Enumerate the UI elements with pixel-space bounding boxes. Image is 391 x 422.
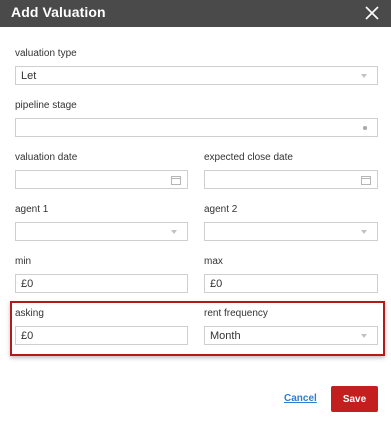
pipeline-stage-label: pipeline stage xyxy=(15,100,77,111)
min-label: min xyxy=(15,256,32,267)
pipeline-stage-select[interactable] xyxy=(15,118,378,137)
close-icon[interactable] xyxy=(363,4,381,22)
asking-label: asking xyxy=(15,308,44,319)
max-value: £0 xyxy=(210,278,223,290)
valuation-date-field[interactable] xyxy=(15,170,188,189)
agent-2-select[interactable] xyxy=(204,222,378,241)
max-input[interactable]: £0 xyxy=(204,274,378,293)
agent-2-label: agent 2 xyxy=(204,204,238,215)
calendar-icon[interactable] xyxy=(361,175,371,185)
chevron-down-icon xyxy=(361,230,367,234)
agent-1-select[interactable] xyxy=(15,222,188,241)
valuation-type-select[interactable]: Let xyxy=(15,66,378,85)
min-value: £0 xyxy=(21,278,34,290)
valuation-date-label: valuation date xyxy=(15,152,78,163)
min-input[interactable]: £0 xyxy=(15,274,188,293)
chevron-down-icon xyxy=(361,74,367,78)
expected-close-date-label: expected close date xyxy=(204,152,293,163)
asking-input[interactable]: £0 xyxy=(15,326,188,345)
rent-frequency-select[interactable]: Month xyxy=(204,326,378,345)
rent-frequency-value: Month xyxy=(210,330,241,342)
dot-icon xyxy=(363,126,367,130)
add-valuation-dialog: Add Valuation valuation type Let pipelin… xyxy=(0,0,391,422)
calendar-icon[interactable] xyxy=(171,175,181,185)
valuation-type-label: valuation type xyxy=(15,48,77,59)
asking-value: £0 xyxy=(21,330,34,342)
save-button[interactable]: Save xyxy=(331,386,378,412)
chevron-down-icon xyxy=(171,230,177,234)
max-label: max xyxy=(204,256,223,267)
dialog-title: Add Valuation xyxy=(11,4,106,20)
rent-frequency-label: rent frequency xyxy=(204,308,268,319)
expected-close-date-field[interactable] xyxy=(204,170,378,189)
valuation-type-value: Let xyxy=(21,70,37,82)
agent-1-label: agent 1 xyxy=(15,204,49,215)
cancel-link[interactable]: Cancel xyxy=(284,393,317,404)
chevron-down-icon xyxy=(361,334,367,338)
dialog-header: Add Valuation xyxy=(0,0,391,27)
